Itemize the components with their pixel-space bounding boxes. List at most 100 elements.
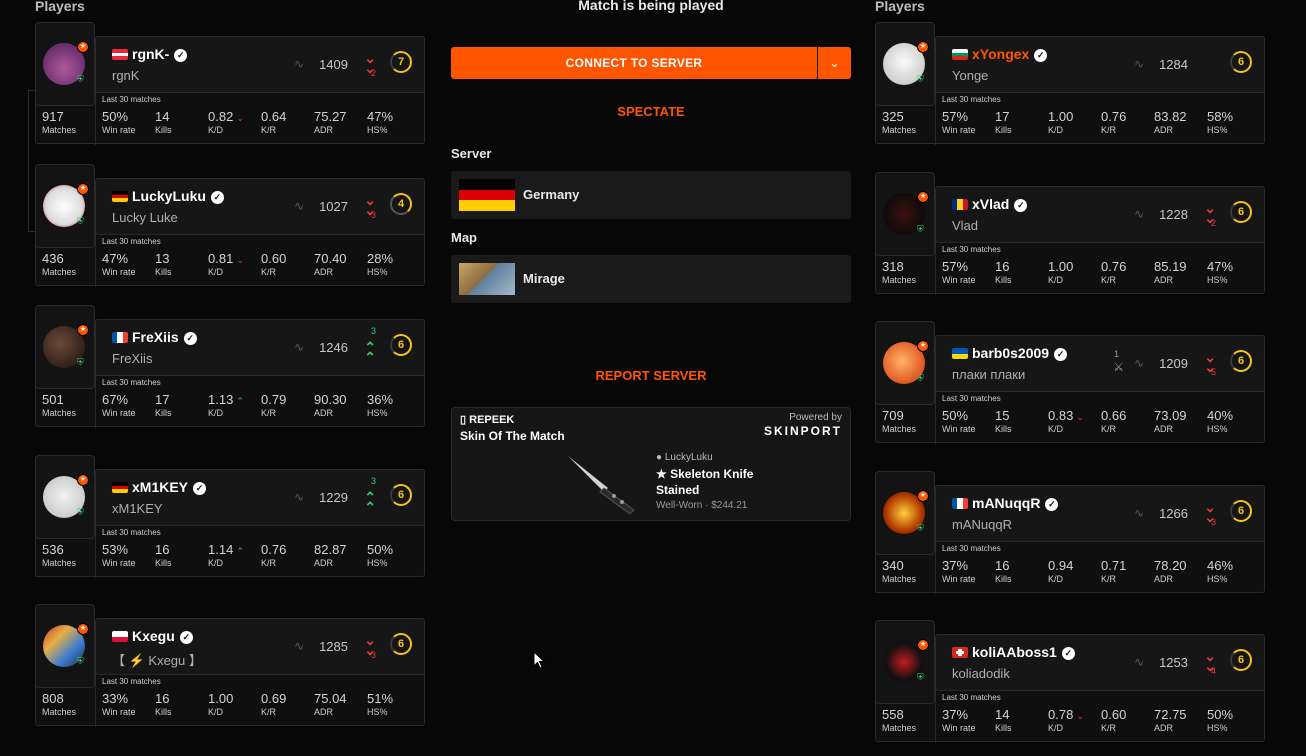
avatar-frame[interactable]: ★ ⛨ <box>875 321 935 405</box>
stat-label: Kills <box>155 707 172 717</box>
stat-kd: 1.00 K/D <box>1048 109 1073 135</box>
player-nickname[interactable]: FreXiis ✓ <box>132 329 197 345</box>
stat-label: Matches <box>882 723 917 733</box>
spectate-link[interactable]: SPECTATE <box>451 104 851 119</box>
stats-divider <box>935 542 936 594</box>
player-nickname[interactable]: xVlad ✓ <box>972 196 1028 212</box>
player-card[interactable]: koliAAboss1 ✓ koliadodik ∿ 1253 ⌄ ⌄ 4 6 Last 30 m… <box>875 620 1265 743</box>
connect-options-button[interactable]: ⌄ <box>818 47 851 79</box>
stat-value: 0.69 <box>261 691 287 706</box>
stat-label: ADR <box>314 408 334 418</box>
trend-icon: ∿ <box>293 340 304 354</box>
player-realname: koliadodik <box>952 666 1010 681</box>
stat-label: K/D <box>1048 723 1064 733</box>
stat-value: 0.66 <box>1101 408 1127 423</box>
player-nickname[interactable]: rgnK- ✓ <box>132 46 188 62</box>
player-card[interactable]: barb0s2009 ✓ плаки плаки 1 ⚔ ∿ 1209 ⌄ ⌄ 5 6 Last 30… <box>875 321 1265 444</box>
owner-icon: ● <box>656 452 663 463</box>
player-nickname[interactable]: LuckyLuku ✓ <box>132 188 224 204</box>
player-card[interactable]: xM1KEY ✓ xM1KEY ∿ 1229 3 ⌃ ⌃ 6 Last 30 matches 536… <box>35 455 425 578</box>
player-card[interactable]: rgnK- ✓ rgnK ∿ 1409 ⌄ ⌄ 2 7 Last 30 matches 917 Mat… <box>35 22 425 145</box>
trend-icon: ∿ <box>1133 207 1144 221</box>
player-card[interactable]: xVlad ✓ Vlad ∿ 1228 ⌄ ⌄ 2 6 Last 30 matches 318 Mat… <box>875 172 1265 295</box>
stat-label: Kills <box>995 275 1012 285</box>
avatar-frame[interactable]: ★ ⛨ <box>35 22 95 106</box>
repeek-brand: ▯ REPEEK <box>460 414 515 426</box>
player-nickname[interactable]: barb0s2009 ✓ <box>972 345 1068 361</box>
avatar-frame[interactable]: ★ ⛨ <box>35 604 95 688</box>
player-header: LuckyLuku ✓ Lucky Luke ∿ 1027 ⌄ ⌄ 3 4 <box>95 178 425 234</box>
stat-value: 57% <box>942 259 969 274</box>
stat-value: 14 <box>995 707 1010 722</box>
player-nickname[interactable]: mANuqqR ✓ <box>972 495 1059 511</box>
verified-icon: ✓ <box>1034 49 1048 62</box>
stat-kills: 17 Kills <box>995 109 1012 135</box>
player-elo: 1409 <box>319 57 348 72</box>
avatar-frame[interactable]: ★ ⛨ <box>35 455 95 539</box>
stat-value: 72.75 <box>1154 707 1187 722</box>
country-flag-icon <box>952 49 968 60</box>
stat-label: ADR <box>1154 424 1174 434</box>
country-flag-icon <box>112 332 128 343</box>
player-card[interactable]: xYongex ✓ Yonge ∿ 1284 6 Last 30 matches 325 Mat… <box>875 22 1265 145</box>
avatar-frame[interactable]: ★ ⛨ <box>875 172 935 256</box>
stat-value: 90.30 <box>314 392 347 407</box>
elo-change: 3 <box>370 650 376 660</box>
stat-label: HS% <box>1207 424 1228 434</box>
stat-value: 28% <box>367 251 394 266</box>
skin-of-the-match-card[interactable]: ▯ REPEEK Skin Of The Match Powered by SK… <box>451 407 851 521</box>
player-card[interactable]: Kxegu ✓ 【 ⚡ Kxegu 】 ∿ 1285 ⌄ ⌄ 3 6 Last 30 matche… <box>35 604 425 727</box>
player-realname: mANuqqR <box>952 517 1012 532</box>
stat-label: Win rate <box>102 267 136 277</box>
country-flag-icon <box>952 647 968 658</box>
stat-value: 37% <box>942 707 969 722</box>
stat-label: Matches <box>42 125 77 135</box>
premium-badge-icon: ★ <box>77 183 89 195</box>
stat-label: HS% <box>367 267 388 277</box>
stat-label: Win rate <box>102 408 136 418</box>
avatar-frame[interactable]: ★ ⛨ <box>875 22 935 106</box>
trend-icon: ∿ <box>1133 356 1144 370</box>
stat-matches: 340 Matches <box>882 558 916 584</box>
stat-label: K/R <box>1101 125 1117 135</box>
stat-kills: 16 Kills <box>155 542 172 568</box>
stat-winrate: 47% Win rate <box>102 251 136 277</box>
player-realname: Lucky Luke <box>112 210 178 225</box>
player-card[interactable]: LuckyLuku ✓ Lucky Luke ∿ 1027 ⌄ ⌄ 3 4 Last 30 mat… <box>35 164 425 287</box>
player-realname: FreXiis <box>112 351 153 366</box>
player-nickname[interactable]: koliAAboss1 ✓ <box>972 644 1075 660</box>
report-server-link[interactable]: REPORT SERVER <box>451 368 851 383</box>
stat-value: 75.27 <box>314 109 347 124</box>
stat-value: 53% <box>102 542 129 557</box>
avatar-frame[interactable]: ★ ⛨ <box>35 164 95 248</box>
player-card[interactable]: FreXiis ✓ FreXiis ∿ 1246 3 ⌃ ⌃ 6 Last 30 matches 5… <box>35 305 425 428</box>
shield-icon: ⛨ <box>77 74 84 84</box>
stat-value: 501 <box>42 392 64 407</box>
avatar-frame[interactable]: ★ ⛨ <box>875 471 935 555</box>
player-elo: 1285 <box>319 639 348 654</box>
trend-icon: ∿ <box>293 490 304 504</box>
stat-label: Win rate <box>942 424 976 434</box>
stat-value: 0.82 <box>208 109 234 124</box>
stat-winrate: 50% Win rate <box>102 109 136 135</box>
player-nickname[interactable]: Kxegu ✓ <box>132 628 193 644</box>
player-nickname[interactable]: xM1KEY ✓ <box>132 479 207 495</box>
player-card[interactable]: mANuqqR ✓ mANuqqR ∿ 1266 ⌄ ⌄ 3 6 Last 30 matches 3… <box>875 471 1265 594</box>
avatar-frame[interactable]: ★ ⛨ <box>875 620 935 704</box>
stat-hs: 50% HS% <box>1207 707 1233 733</box>
avatar-frame[interactable]: ★ ⛨ <box>35 305 95 389</box>
trend-icon: ∿ <box>293 57 304 71</box>
player-nickname[interactable]: xYongex ✓ <box>972 46 1048 62</box>
elo-change: 3 <box>370 326 376 336</box>
stat-label: Matches <box>882 275 917 285</box>
match-status: Match is being played <box>578 0 724 13</box>
player-header: Kxegu ✓ 【 ⚡ Kxegu 】 ∿ 1285 ⌄ ⌄ 3 6 <box>95 618 425 674</box>
player-header: mANuqqR ✓ mANuqqR ∿ 1266 ⌄ ⌄ 3 6 <box>935 485 1265 541</box>
stat-value: 33% <box>102 691 129 706</box>
stat-matches: 501 Matches <box>42 392 76 418</box>
stat-label: Matches <box>882 424 917 434</box>
stat-label: K/D <box>208 558 224 568</box>
connect-to-server-button[interactable]: CONNECT TO SERVER <box>451 47 817 79</box>
player-header: barb0s2009 ✓ плаки плаки 1 ⚔ ∿ 1209 ⌄ ⌄ 5 6 <box>935 335 1265 391</box>
last-30-label: Last 30 matches <box>942 245 1001 254</box>
